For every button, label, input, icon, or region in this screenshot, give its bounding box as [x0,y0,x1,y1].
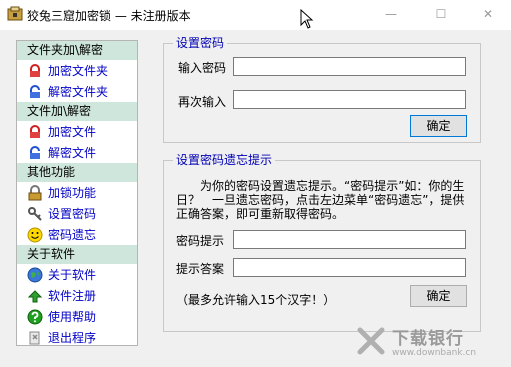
unlock-blue-icon [27,84,43,100]
app-icon [7,6,23,22]
sidebar-item-label: 解密文件 [48,146,97,160]
sidebar-header-folder: 文件夹加\解密 [17,41,137,60]
answer-input[interactable] [233,258,466,277]
minimize-icon: — [385,7,397,21]
sidebar-item-lock-function[interactable]: 加锁功能 [17,182,137,203]
set-password-ok-button[interactable]: 确定 [410,115,467,137]
lock-red-icon [27,63,43,79]
close-icon: ✕ [482,7,494,21]
watermark-url: www.downbank.cn [392,348,477,358]
sidebar-header-file: 文件加\解密 [17,102,137,121]
sidebar-item-forgot-password[interactable]: 密码遗忘 [17,224,137,245]
help-icon [27,309,43,325]
exit-icon [27,330,43,346]
confirm-password-input[interactable] [233,90,466,109]
close-button[interactable]: ✕ [465,0,511,28]
sidebar-item-exit[interactable]: 退出程序 [17,327,137,348]
title-bar: 狡兔三窟加密锁 — 未注册版本 — ☐ ✕ [0,0,511,30]
sidebar-item-label: 加密文件 [48,125,97,139]
set-password-title: 设置密码 [173,36,228,50]
password-hint-title: 设置密码遗忘提示 [173,153,276,167]
keys-icon [27,206,43,222]
sidebar-item-help[interactable]: 使用帮助 [17,306,137,327]
lock-red-icon [27,124,43,140]
sidebar: 文件夹加\解密 加密文件夹 解密文件夹 文件加\解密 加密文件 解密文件 其他功… [16,40,138,346]
answer-label: 提示答案 [176,262,225,276]
sidebar-item-decrypt-folder[interactable]: 解密文件夹 [17,81,137,102]
sidebar-item-register[interactable]: 软件注册 [17,285,137,306]
hint-length-note: （最多允许输入15个汉字！） [176,293,336,307]
green-arrow-icon [27,288,43,304]
sidebar-header-about: 关于软件 [17,245,137,264]
sidebar-item-label: 关于软件 [48,268,97,282]
hint-ok-button[interactable]: 确定 [410,285,467,307]
watermark: 下载银行 www.downbank.cn [356,322,506,366]
sidebar-item-label: 密码遗忘 [48,228,97,242]
minimize-button[interactable]: — [368,0,414,28]
watermark-logo-icon [356,326,386,359]
sidebar-item-decrypt-file[interactable]: 解密文件 [17,142,137,163]
password-hint-group: 设置密码遗忘提示 为你的密码设置遗忘提示。“密码提示”如：你的生日？ 一旦遗忘密… [163,153,481,332]
hint-label: 密码提示 [176,234,225,248]
confirm-password-label: 再次输入 [178,95,227,109]
sidebar-item-label: 使用帮助 [48,310,97,324]
password-input[interactable] [233,57,466,76]
sidebar-item-encrypt-folder[interactable]: 加密文件夹 [17,60,137,81]
globe-icon [27,267,43,283]
padlock-icon [27,184,43,201]
sidebar-item-label: 加密文件夹 [48,64,109,78]
mouse-cursor-icon [300,8,314,32]
password-label: 输入密码 [178,61,227,75]
sidebar-item-label: 加锁功能 [48,186,97,200]
sidebar-item-label: 软件注册 [48,289,97,303]
sidebar-item-encrypt-file[interactable]: 加密文件 [17,121,137,142]
maximize-button[interactable]: ☐ [418,0,464,28]
smiley-icon [27,227,43,243]
sidebar-item-label: 设置密码 [48,207,97,221]
watermark-name: 下载银行 [392,329,464,349]
window-title: 狡兔三窟加密锁 — 未注册版本 [27,9,191,23]
sidebar-item-set-password[interactable]: 设置密码 [17,203,137,224]
sidebar-item-about[interactable]: 关于软件 [17,264,137,285]
maximize-icon: ☐ [435,7,447,21]
sidebar-item-label: 退出程序 [48,331,97,345]
sidebar-header-other: 其他功能 [17,163,137,182]
hint-input[interactable] [233,230,466,249]
set-password-group: 设置密码 输入密码 再次输入 确定 [163,36,481,143]
hint-description: 为你的密码设置遗忘提示。“密码提示”如：你的生日？ 一旦遗忘密码，点击左边菜单“… [176,179,465,221]
unlock-blue-icon [27,145,43,161]
client-area: 文件夹加\解密 加密文件夹 解密文件夹 文件加\解密 加密文件 解密文件 其他功… [0,30,511,367]
sidebar-item-label: 解密文件夹 [48,85,109,99]
